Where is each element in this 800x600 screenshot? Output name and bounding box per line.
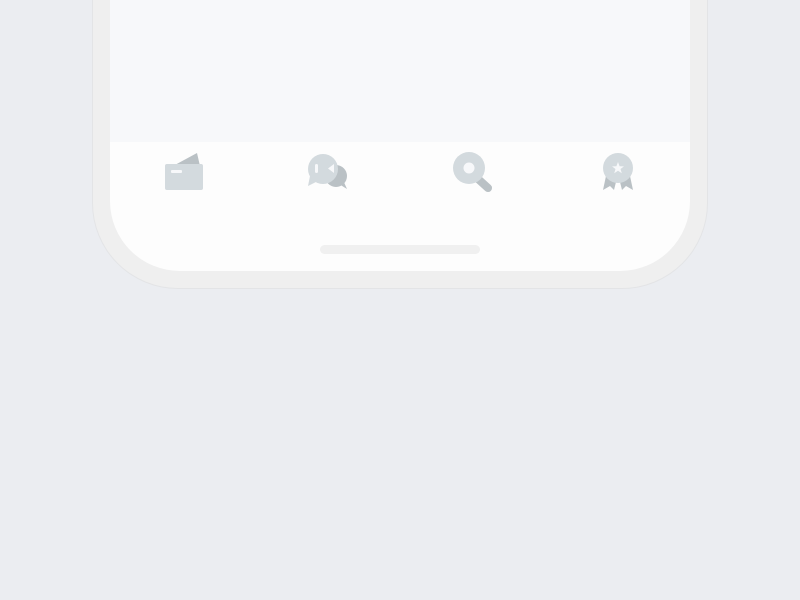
content-area <box>110 0 690 142</box>
award-badge-icon <box>600 152 636 192</box>
canvas <box>0 0 800 600</box>
tab-achievements[interactable] <box>548 142 688 202</box>
tab-messages[interactable] <box>258 142 398 202</box>
wallet-icon <box>163 152 203 192</box>
search-icon <box>452 152 493 192</box>
phone-frame <box>92 0 708 289</box>
tab-wallet[interactable] <box>113 142 253 202</box>
phone-screen <box>110 0 690 271</box>
tab-search[interactable] <box>403 142 543 202</box>
home-indicator[interactable] <box>320 245 480 254</box>
bottom-tab-bar <box>110 142 690 222</box>
chat-bubbles-icon <box>306 152 350 192</box>
